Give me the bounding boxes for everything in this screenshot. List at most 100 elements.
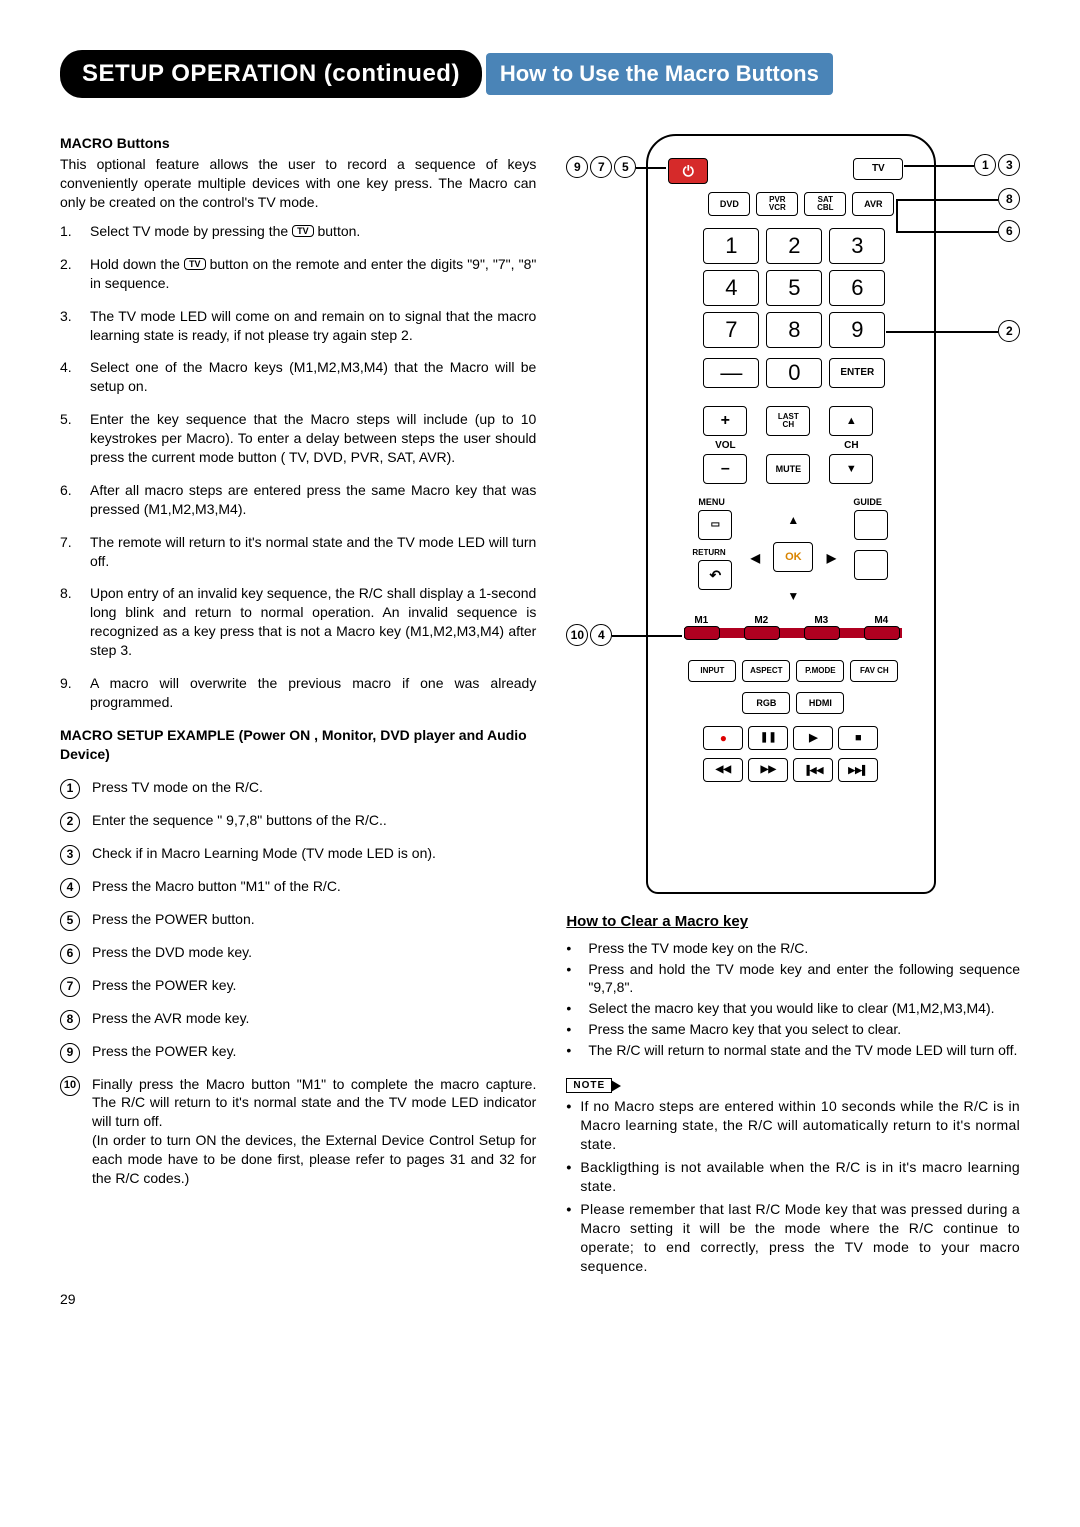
step-text: Upon entry of an invalid key sequence, t… bbox=[90, 584, 536, 660]
step-num: 2. bbox=[60, 255, 90, 293]
aspect-button: ASPECT bbox=[742, 660, 790, 682]
digit-6: 6 bbox=[829, 270, 885, 306]
callout-9: 9 bbox=[566, 156, 588, 178]
callout-8: 8 bbox=[998, 188, 1020, 210]
example-step: Finally press the Macro button "M1" to c… bbox=[92, 1075, 536, 1188]
dvd-mode-button: DVD bbox=[708, 192, 750, 216]
pause-button: ❚❚ bbox=[748, 726, 788, 750]
note-list: •If no Macro steps are entered within 10… bbox=[566, 1097, 1020, 1275]
left-column: MACRO Buttons This optional feature allo… bbox=[60, 134, 536, 1279]
callout-line bbox=[904, 165, 974, 167]
rgb-button: RGB bbox=[742, 692, 790, 714]
clear-step: Select the macro key that you would like… bbox=[588, 999, 1020, 1018]
circled-num: 2 bbox=[60, 812, 80, 832]
callout-line bbox=[636, 167, 666, 169]
note-text: If no Macro steps are entered within 10 … bbox=[580, 1097, 1020, 1154]
dpad-left-icon: ◀ bbox=[743, 546, 767, 570]
circled-num: 10 bbox=[60, 1076, 80, 1096]
record-button: ● bbox=[703, 726, 743, 750]
bullet-icon: • bbox=[566, 939, 588, 958]
circled-num: 9 bbox=[60, 1043, 80, 1063]
vol-up: + bbox=[703, 406, 747, 436]
info-button bbox=[854, 550, 888, 580]
digit-2: 2 bbox=[766, 228, 822, 264]
example-title: MACRO SETUP EXAMPLE (Power ON , Monitor,… bbox=[60, 726, 536, 764]
bullet-icon: • bbox=[566, 1200, 580, 1276]
remote-body: ⏻ TV DVD PVR VCR SAT CBL AVR 1 2 3 4 5 6… bbox=[646, 134, 936, 894]
clear-macro-list: •Press the TV mode key on the R/C. •Pres… bbox=[566, 939, 1020, 1060]
menu-button: ▭ bbox=[698, 510, 732, 540]
sat-mode-button: SAT CBL bbox=[804, 192, 846, 216]
step-text: A macro will overwrite the previous macr… bbox=[90, 674, 536, 712]
m4-button bbox=[864, 626, 900, 640]
digit-0: 0 bbox=[766, 358, 822, 388]
bullet-icon: • bbox=[566, 1158, 580, 1196]
ff-button: ▶▶ bbox=[748, 758, 788, 782]
favch-button: FAV CH bbox=[850, 660, 898, 682]
bullet-icon: • bbox=[566, 1020, 588, 1039]
callout-line bbox=[896, 199, 898, 232]
menu-label: MENU bbox=[698, 496, 725, 508]
step-text: Select TV mode by pressing the TV button… bbox=[90, 222, 536, 241]
circled-num: 7 bbox=[60, 977, 80, 997]
example-step: Press the POWER key. bbox=[92, 1042, 536, 1063]
next-button: ▶▶▌ bbox=[838, 758, 878, 782]
step-num: 1. bbox=[60, 222, 90, 241]
return-label: RETURN bbox=[692, 548, 725, 559]
note-label: NOTE bbox=[566, 1078, 612, 1094]
circled-num: 3 bbox=[60, 845, 80, 865]
step-num: 3. bbox=[60, 307, 90, 345]
digit-dash: — bbox=[703, 358, 759, 388]
last-ch: LAST CH bbox=[766, 406, 810, 436]
section-subtitle: How to Use the Macro Buttons bbox=[486, 53, 833, 95]
circled-num: 6 bbox=[60, 944, 80, 964]
step-num: 9. bbox=[60, 674, 90, 712]
rw-button: ◀◀ bbox=[703, 758, 743, 782]
bullet-icon: • bbox=[566, 960, 588, 998]
guide-button bbox=[854, 510, 888, 540]
page-title: SETUP OPERATION (continued) bbox=[60, 50, 482, 98]
avr-mode-button: AVR bbox=[852, 192, 894, 216]
clear-macro-heading: How to Clear a Macro key bbox=[566, 912, 1020, 932]
mute: MUTE bbox=[766, 454, 810, 484]
stop-button: ■ bbox=[838, 726, 878, 750]
dpad-down-icon: ▼ bbox=[779, 584, 807, 608]
guide-label: GUIDE bbox=[853, 496, 882, 508]
pmode-button: P.MODE bbox=[796, 660, 844, 682]
callout-7: 7 bbox=[590, 156, 612, 178]
ch-label: CH bbox=[829, 439, 873, 453]
circled-num: 4 bbox=[60, 878, 80, 898]
callout-5: 5 bbox=[614, 156, 636, 178]
ok-button: OK bbox=[773, 542, 813, 572]
example-step: Check if in Macro Learning Mode (TV mode… bbox=[92, 844, 536, 865]
dpad: ▲ ▼ ◀ ▶ OK bbox=[743, 508, 843, 608]
note-text: Backligthing is not available when the R… bbox=[580, 1158, 1020, 1196]
play-button: ▶ bbox=[793, 726, 833, 750]
digit-1: 1 bbox=[703, 228, 759, 264]
tv-mode-button: TV bbox=[853, 158, 903, 180]
step-text: Enter the key sequence that the Macro st… bbox=[90, 410, 536, 467]
dpad-right-icon: ▶ bbox=[819, 546, 843, 570]
callout-line bbox=[896, 199, 998, 201]
callout-line bbox=[886, 331, 998, 333]
ch-up: ▲ bbox=[829, 406, 873, 436]
step-num: 5. bbox=[60, 410, 90, 467]
step-num: 7. bbox=[60, 533, 90, 571]
step-num: 6. bbox=[60, 481, 90, 519]
circled-num: 8 bbox=[60, 1010, 80, 1030]
dpad-up-icon: ▲ bbox=[779, 508, 807, 532]
step-text: Select one of the Macro keys (M1,M2,M3,M… bbox=[90, 358, 536, 396]
digit-9: 9 bbox=[829, 312, 885, 348]
vol-down: – bbox=[703, 454, 747, 484]
main-step-list: 1.Select TV mode by pressing the TV butt… bbox=[60, 222, 536, 712]
digit-3: 3 bbox=[829, 228, 885, 264]
step-text: The remote will return to it's normal st… bbox=[90, 533, 536, 571]
vol-label: VOL bbox=[703, 439, 747, 453]
example-step: Press the AVR mode key. bbox=[92, 1009, 536, 1030]
digit-4: 4 bbox=[703, 270, 759, 306]
right-column: ⏻ TV DVD PVR VCR SAT CBL AVR 1 2 3 4 5 6… bbox=[566, 134, 1020, 1279]
bullet-icon: • bbox=[566, 1041, 588, 1060]
ch-down: ▼ bbox=[829, 454, 873, 484]
clear-step: Press the same Macro key that you select… bbox=[588, 1020, 1020, 1039]
m3-button bbox=[804, 626, 840, 640]
